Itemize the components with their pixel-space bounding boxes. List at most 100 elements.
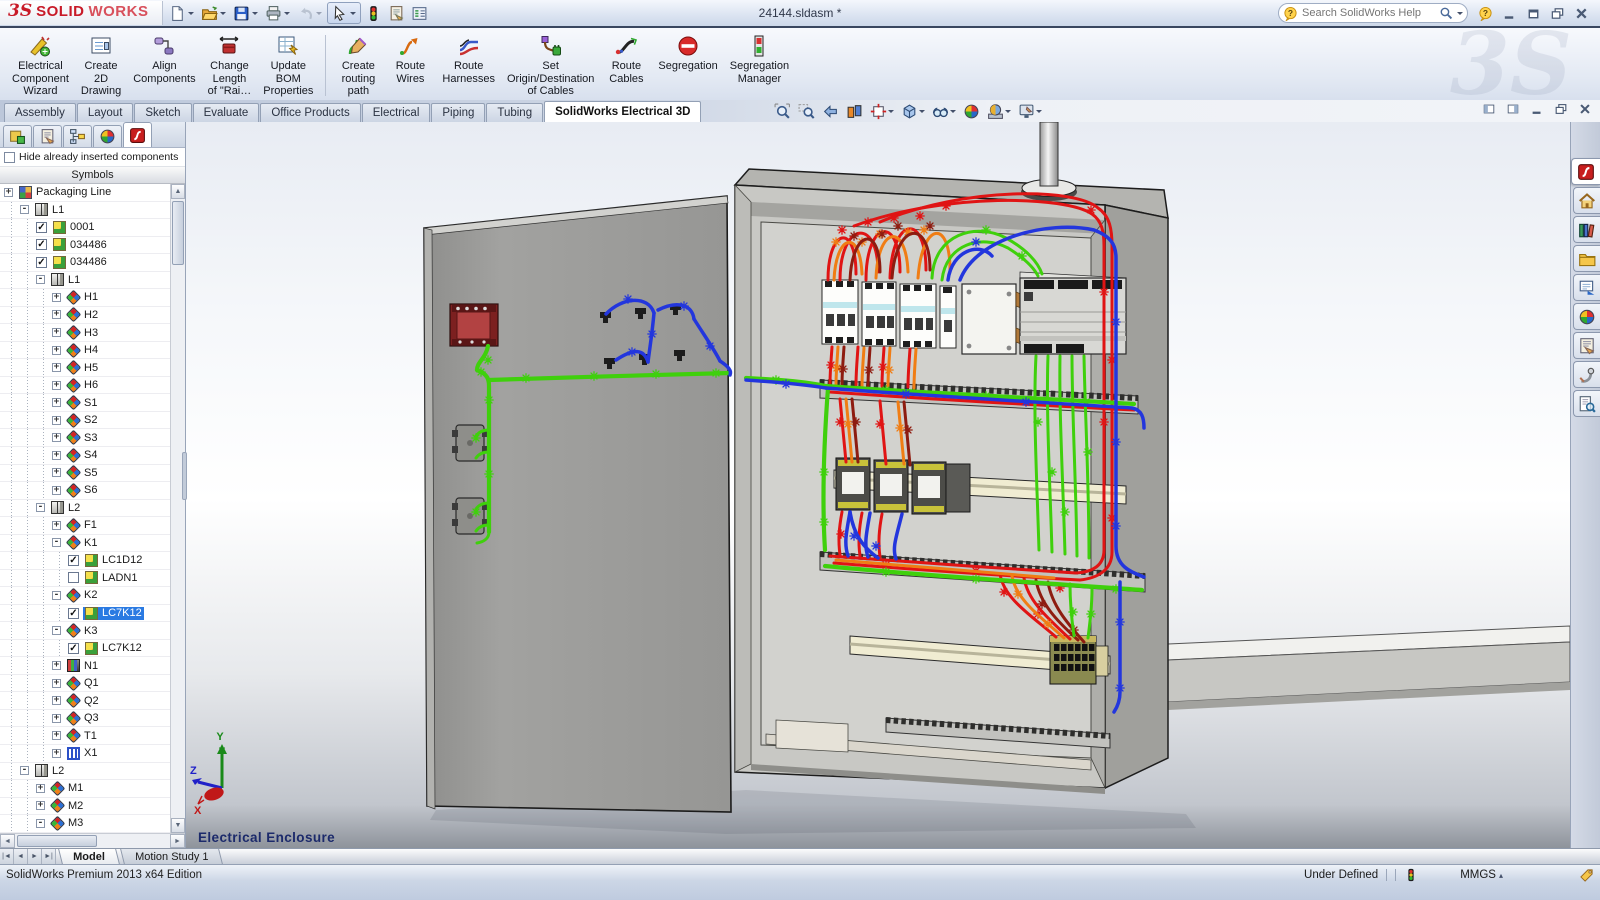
note-button[interactable] xyxy=(386,2,407,24)
set-origin-button[interactable]: Set Origin/Destination of Cables xyxy=(501,31,600,100)
tab-first-icon[interactable]: |◄ xyxy=(0,849,14,864)
dropdown-caret-icon[interactable] xyxy=(220,12,226,18)
tree-item[interactable]: S5 xyxy=(0,465,170,483)
symbols-tab-tab[interactable] xyxy=(3,125,32,147)
tree-item[interactable]: H6 xyxy=(0,377,170,395)
command-tab[interactable]: Piping xyxy=(431,103,485,122)
dropdown-caret-icon[interactable] xyxy=(316,12,322,18)
tree-item[interactable]: 034486 xyxy=(0,254,170,272)
sheet-tab[interactable]: Model xyxy=(58,849,120,864)
sw-electrical-tab[interactable] xyxy=(1571,158,1600,185)
tree-checkbox[interactable] xyxy=(68,608,79,619)
tree-item[interactable]: L2 xyxy=(0,500,170,518)
tree-item[interactable]: N1 xyxy=(0,657,170,675)
search-doc-tab[interactable] xyxy=(1573,390,1600,417)
tree-expander[interactable] xyxy=(52,538,61,547)
scrollbar-thumb[interactable] xyxy=(17,835,97,847)
search-input[interactable] xyxy=(1302,7,1435,19)
tree-expander[interactable] xyxy=(52,381,61,390)
minimize-button[interactable] xyxy=(1498,4,1520,22)
tree-item[interactable]: LC7K12 xyxy=(0,605,170,623)
tree-item[interactable]: Packaging Line xyxy=(0,184,170,202)
structure-tree-tab[interactable] xyxy=(63,125,92,147)
units-selector[interactable]: MMGS xyxy=(1460,869,1503,881)
driveworks-tab[interactable] xyxy=(1573,361,1600,388)
segregation-button[interactable]: Segregation xyxy=(652,31,723,75)
zoom-area-button[interactable] xyxy=(796,102,817,121)
tree-expander[interactable] xyxy=(52,433,61,442)
tree-expander[interactable] xyxy=(20,205,29,214)
close-button[interactable] xyxy=(1578,102,1592,116)
tree-expander[interactable] xyxy=(52,731,61,740)
tree-item[interactable]: S3 xyxy=(0,429,170,447)
scrollbar-thumb[interactable] xyxy=(172,201,184,265)
traffic-light-button[interactable] xyxy=(363,2,384,24)
tree-expander[interactable] xyxy=(52,363,61,372)
tab-next-icon[interactable]: ► xyxy=(28,849,42,864)
tree-item[interactable]: H1 xyxy=(0,289,170,307)
display-style-button[interactable] xyxy=(899,102,927,121)
tree-item[interactable]: S4 xyxy=(0,447,170,465)
change-length-button[interactable]: Change Length of "Rai… xyxy=(202,31,258,100)
tree-item[interactable]: M1 xyxy=(0,780,170,798)
tree-checkbox[interactable] xyxy=(68,643,79,654)
tree-item[interactable]: H4 xyxy=(0,342,170,360)
tree-item[interactable]: Q2 xyxy=(0,692,170,710)
dropdown-caret-icon[interactable] xyxy=(188,12,194,18)
view-settings-button[interactable] xyxy=(1016,102,1044,121)
tree-item[interactable]: 0001 xyxy=(0,219,170,237)
previous-view-button[interactable] xyxy=(820,102,841,121)
tree-item[interactable]: K2 xyxy=(0,587,170,605)
tree-item[interactable]: H2 xyxy=(0,307,170,325)
tree-item[interactable]: K3 xyxy=(0,622,170,640)
elec-wizard-button[interactable]: Electrical Component Wizard xyxy=(6,31,75,100)
graphics-viewport[interactable]: Y Z X Electrical Enclosure xyxy=(186,122,1570,848)
search-scope-caret-icon[interactable] xyxy=(1457,12,1463,18)
tree-checkbox[interactable] xyxy=(68,555,79,566)
command-tab[interactable]: Electrical xyxy=(362,103,431,122)
door-transformer[interactable] xyxy=(450,304,498,346)
tab-last-icon[interactable]: ►| xyxy=(42,849,56,864)
tree-vertical-scrollbar[interactable]: ▲ ▼ xyxy=(170,184,185,833)
tree-expander[interactable] xyxy=(36,503,45,512)
close-button[interactable] xyxy=(1570,4,1592,22)
route-cables-button[interactable]: Route Cables xyxy=(600,31,652,87)
view-palette-tab[interactable] xyxy=(1573,274,1600,301)
tree-item[interactable]: M2 xyxy=(0,798,170,816)
tree-item[interactable]: H3 xyxy=(0,324,170,342)
select-cursor-button[interactable] xyxy=(327,2,361,24)
tree-item[interactable]: X1 xyxy=(0,745,170,763)
home-tab[interactable] xyxy=(1573,187,1600,214)
windows-button[interactable] xyxy=(1554,102,1568,116)
apply-scene-button[interactable] xyxy=(985,102,1013,121)
edit-appearance-tab[interactable] xyxy=(93,125,122,147)
dropdown-caret-icon[interactable] xyxy=(1005,110,1011,116)
view-orientation-button[interactable] xyxy=(868,102,896,121)
sheet-tab[interactable]: Motion Study 1 xyxy=(120,849,223,864)
stack-light-pole[interactable] xyxy=(1021,122,1077,201)
tree-expander[interactable] xyxy=(52,468,61,477)
help-balloon-button[interactable] xyxy=(1474,4,1496,22)
command-tab[interactable]: Sketch xyxy=(134,103,191,122)
tree-item[interactable]: LADN1 xyxy=(0,570,170,588)
tree-expander[interactable] xyxy=(52,696,61,705)
plc-unit[interactable] xyxy=(1020,272,1126,354)
segregation-manager-button[interactable]: Segregation Manager xyxy=(724,31,795,87)
dropdown-caret-icon[interactable] xyxy=(252,12,258,18)
tree-item[interactable]: M3 xyxy=(0,815,170,833)
packaging-line-conveyor[interactable] xyxy=(1168,626,1570,710)
align-components-button[interactable]: Align Components xyxy=(127,31,201,87)
tree-item[interactable]: 034486 xyxy=(0,237,170,255)
tree-expander[interactable] xyxy=(52,451,61,460)
scroll-down-icon[interactable]: ▼ xyxy=(171,818,185,833)
tree-expander[interactable] xyxy=(52,416,61,425)
help-search-box[interactable] xyxy=(1278,3,1468,23)
tree-item[interactable]: H5 xyxy=(0,359,170,377)
tree-expander[interactable] xyxy=(36,801,45,810)
tree-item[interactable]: L1 xyxy=(0,272,170,290)
tree-horizontal-scrollbar[interactable]: ◄ ► xyxy=(0,833,185,848)
tree-expander[interactable] xyxy=(52,714,61,723)
form-button[interactable] xyxy=(409,2,430,24)
tree-expander[interactable] xyxy=(52,591,61,600)
print-button[interactable] xyxy=(263,2,293,24)
